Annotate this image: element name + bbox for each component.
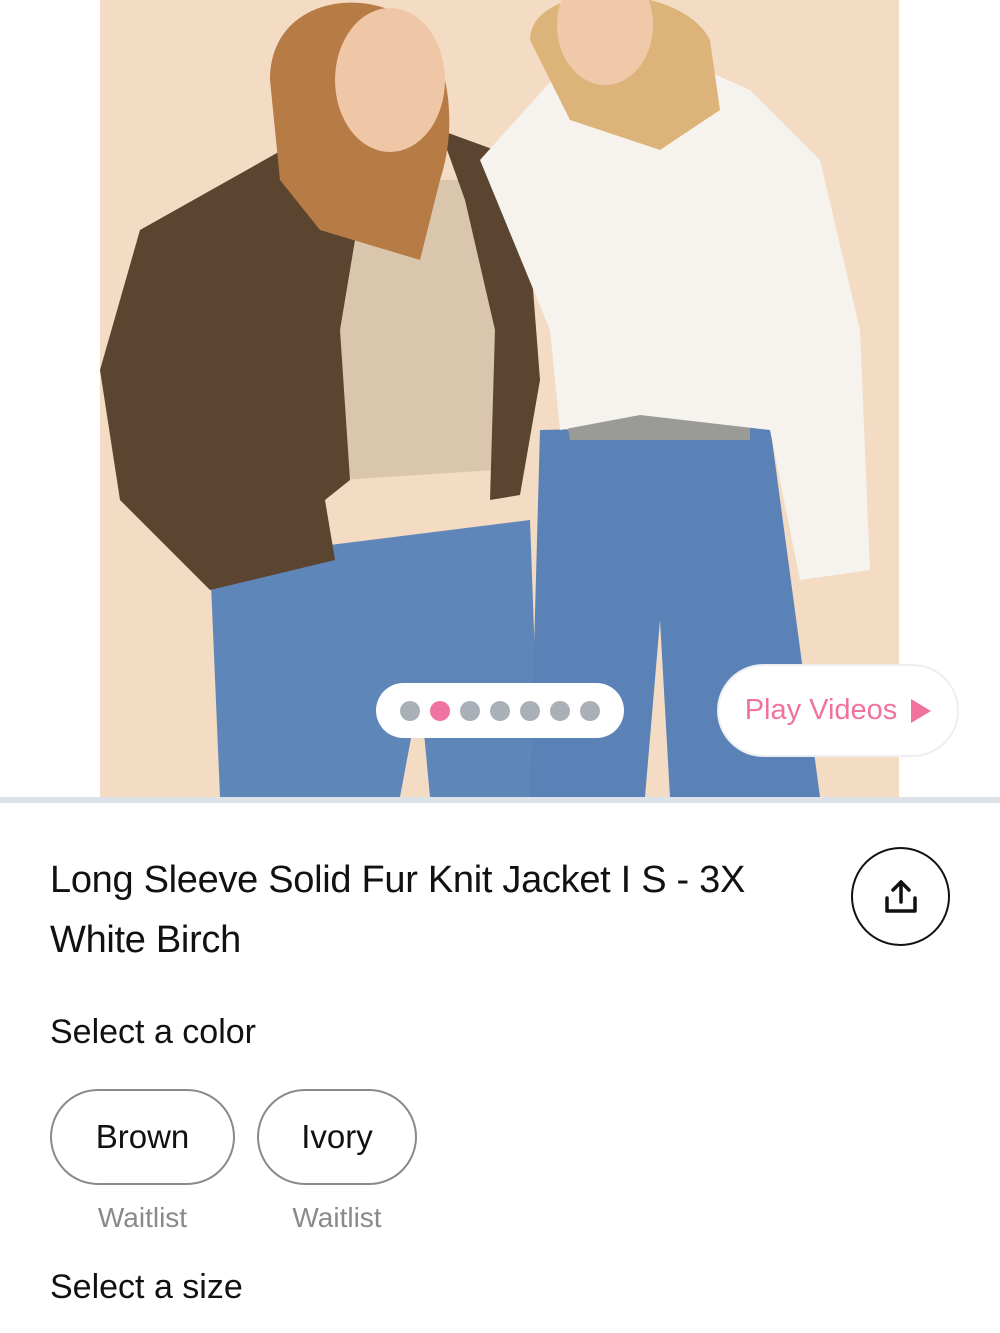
color-option-brown[interactable]: Brown bbox=[50, 1089, 235, 1185]
pagination-dot[interactable] bbox=[460, 700, 480, 721]
share-icon bbox=[884, 879, 917, 913]
pagination-dot[interactable] bbox=[400, 700, 420, 721]
play-icon bbox=[911, 698, 932, 723]
pagination-dot[interactable] bbox=[580, 700, 600, 721]
color-status-ivory: Waitlist bbox=[292, 1202, 382, 1233]
section-divider bbox=[0, 797, 1000, 803]
pagination-dot[interactable] bbox=[520, 700, 540, 721]
play-videos-label: Play Videos bbox=[744, 694, 898, 726]
share-button[interactable] bbox=[851, 847, 950, 946]
color-status-brown: Waitlist bbox=[97, 1202, 188, 1233]
color-option-ivory[interactable]: Ivory bbox=[257, 1089, 417, 1185]
product-title-line2: White Birch bbox=[50, 919, 241, 961]
select-size-label: Select a size bbox=[50, 1268, 243, 1306]
pagination-dot-active[interactable] bbox=[430, 700, 450, 721]
pagination-dot[interactable] bbox=[490, 700, 510, 721]
pagination-dot[interactable] bbox=[550, 700, 570, 721]
select-color-label: Select a color bbox=[50, 1013, 256, 1051]
product-gallery[interactable]: Play Videos bbox=[0, 0, 1000, 797]
product-title-line1: Long Sleeve Solid Fur Knit Jacket I S - … bbox=[50, 859, 745, 901]
product-title: Long Sleeve Solid Fur Knit Jacket I S - … bbox=[50, 850, 820, 970]
gallery-pagination[interactable] bbox=[376, 683, 624, 738]
play-videos-button[interactable]: Play Videos bbox=[717, 664, 959, 757]
